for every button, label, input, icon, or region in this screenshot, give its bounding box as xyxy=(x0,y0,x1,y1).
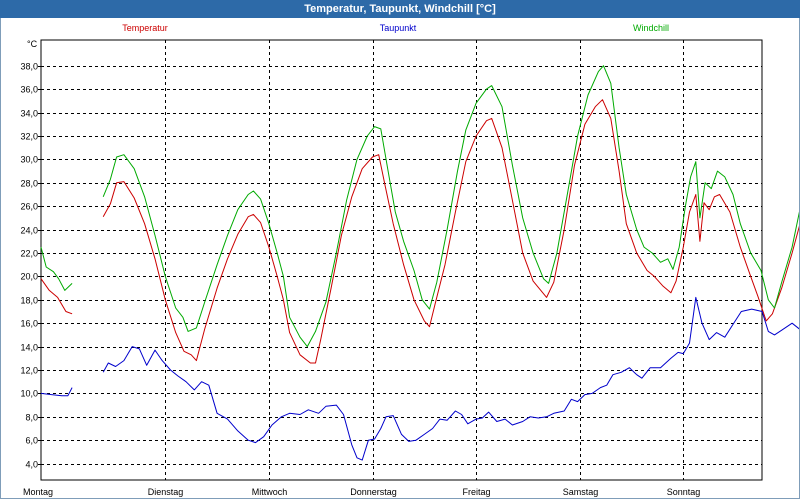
series-line-taupunkt xyxy=(102,296,799,461)
y-tick-label: 8,0 xyxy=(25,413,38,423)
y-tick-label: 30,0 xyxy=(20,155,38,165)
y-tick-label: 38,0 xyxy=(20,62,38,72)
chart-frame: 4,0 6,0 8,0 10,0 12,0 14,0 16,0 18,0 20,0 22,0 24,… xyxy=(0,18,800,499)
y-tick-label: 4,0 xyxy=(25,460,38,470)
y-tick-label: 34,0 xyxy=(20,109,38,119)
legend-temperatur: Temperatur xyxy=(122,23,168,33)
y-tick-label: 24,0 xyxy=(20,226,38,236)
x-day-label: Freitag xyxy=(462,487,490,497)
legend-windchill: Windchill xyxy=(633,23,669,33)
x-day-label: Montag xyxy=(23,487,53,497)
grid xyxy=(41,40,762,480)
x-day-label: Dienstag xyxy=(148,487,184,497)
y-ticks: 4,0 6,0 8,0 10,0 12,0 14,0 16,0 18,0 20,0 22,0 24,… xyxy=(20,62,41,470)
y-tick-label: 10,0 xyxy=(20,389,38,399)
y-tick-label: 14,0 xyxy=(20,343,38,353)
series-line-temperatur xyxy=(40,278,73,315)
series-line-taupunkt xyxy=(40,387,73,397)
y-tick-label: 26,0 xyxy=(20,202,38,212)
x-labels: Montag10.08.26Dienstag11.08.26Mittwoch12… xyxy=(23,487,701,497)
y-tick-label: 22,0 xyxy=(20,249,38,259)
x-day-label: Mittwoch xyxy=(252,487,288,497)
chart-title: Temperatur, Taupunkt, Windchill [°C] xyxy=(0,0,800,18)
plot-border xyxy=(40,39,763,481)
y-tick-label: 16,0 xyxy=(20,319,38,329)
y-tick-label: 18,0 xyxy=(20,296,38,306)
y-tick-label: 32,0 xyxy=(20,132,38,142)
y-tick-label: 36,0 xyxy=(20,85,38,95)
y-tick-label: 20,0 xyxy=(20,272,38,282)
y-axis-unit: °C xyxy=(27,39,38,49)
y-tick-label: 12,0 xyxy=(20,366,38,376)
x-day-label: Sonntag xyxy=(667,487,701,497)
chart-canvas: 4,0 6,0 8,0 10,0 12,0 14,0 16,0 18,0 20,0 22,0 24,… xyxy=(20,23,799,497)
series xyxy=(40,65,799,461)
x-day-label: Donnerstag xyxy=(350,487,397,497)
y-tick-label: 6,0 xyxy=(25,436,38,446)
legend-taupunkt: Taupunkt xyxy=(380,23,417,33)
y-tick-label: 28,0 xyxy=(20,179,38,189)
x-day-label: Samstag xyxy=(563,487,599,497)
